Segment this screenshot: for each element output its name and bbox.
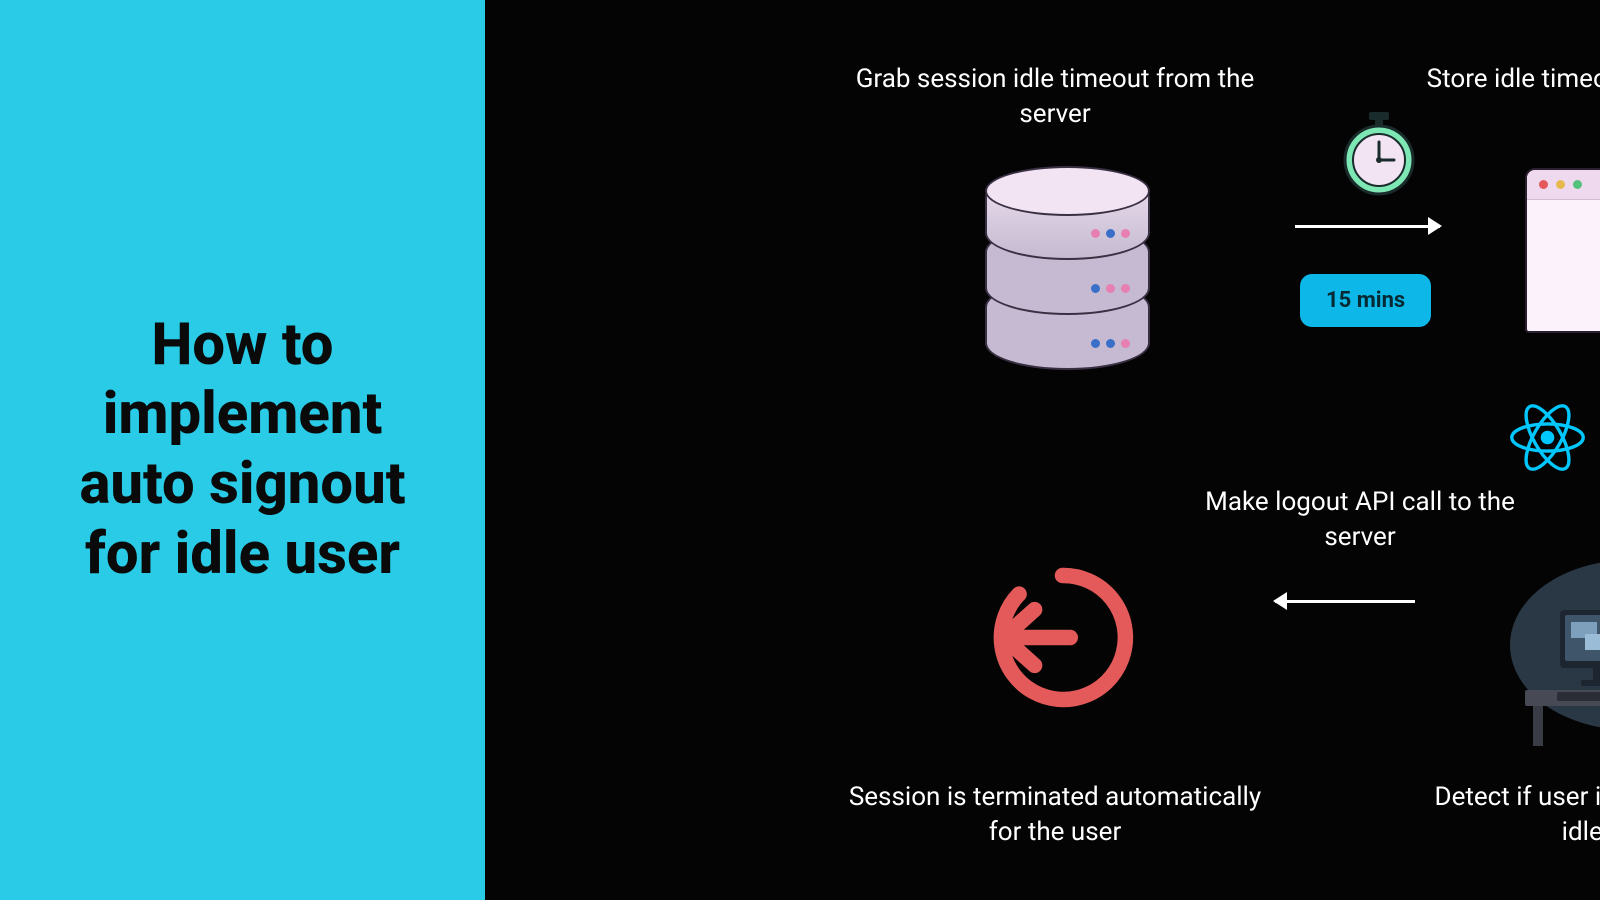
title-panel: How to implement auto signout for idle u… (0, 0, 485, 900)
database-icon (985, 170, 1150, 370)
step-4-label: Session is terminated automatically for … (835, 780, 1275, 850)
step-5-label: Detect if user is idle for more than idl… (1420, 780, 1600, 850)
idle-user-icon (1505, 550, 1600, 750)
stopwatch-icon (1340, 112, 1418, 200)
arrow-right-icon (1295, 225, 1440, 228)
diagram-area: Grab session idle timeout from the serve… (485, 0, 1600, 900)
browser-window-icon (1525, 168, 1600, 333)
step-3-label: Make logout API call to the server (1170, 485, 1550, 555)
react-icon (1505, 395, 1590, 480)
timeout-badge: 15 mins (1300, 274, 1431, 327)
step-2-label: Store idle timeout on the client side (1420, 62, 1600, 97)
page-title: How to implement auto signout for idle u… (40, 311, 445, 589)
step-1-label: Grab session idle timeout from the serve… (825, 62, 1285, 132)
arrow-left-icon (1275, 600, 1415, 603)
logout-icon (985, 560, 1140, 715)
